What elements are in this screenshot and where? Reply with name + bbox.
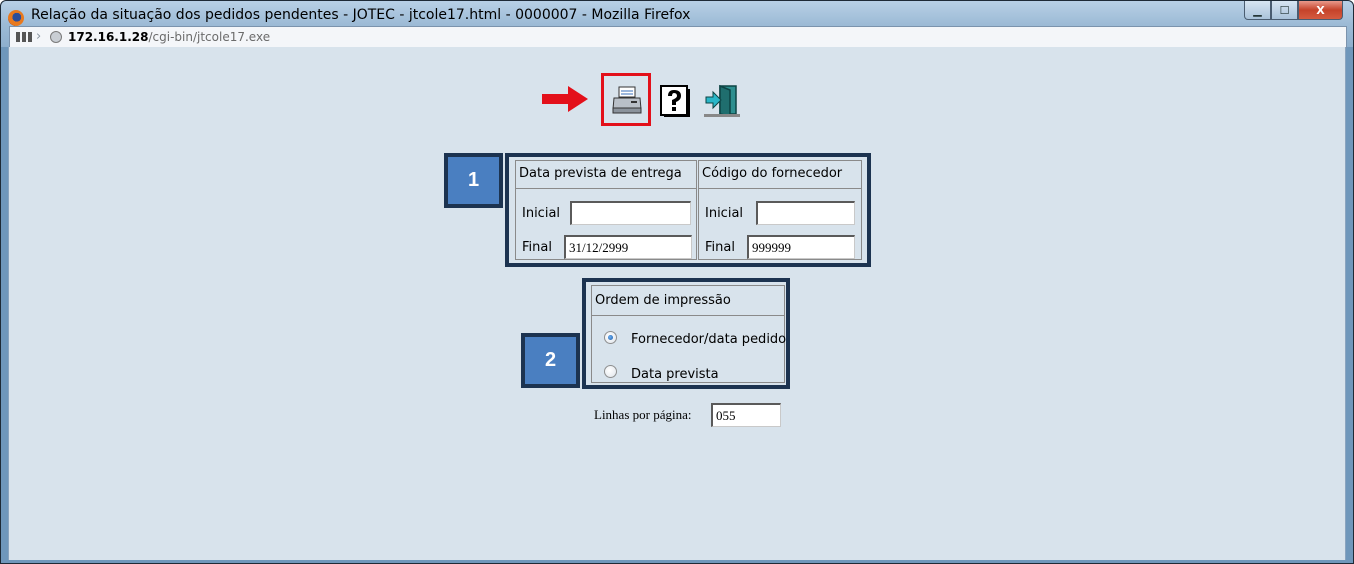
radio-supplier-order-date-label[interactable]: Fornecedor/data pedido [631,332,786,347]
tab-groups-icon[interactable] [16,32,32,42]
radio-expected-date[interactable] [604,365,617,378]
lines-per-page-label: Linhas por página: [594,407,692,422]
exit-icon[interactable] [704,84,740,118]
divider [592,315,784,316]
globe-icon [50,31,62,43]
url-path: /cgi-bin/jtcole17.exe [148,30,271,44]
supplier-code-group: Código do fornecedor Inicial Final 99999… [698,160,862,260]
window-controls: ▁ ☐ X [1244,1,1343,21]
url-text[interactable]: 172.16.1.28/cgi-bin/jtcole17.exe [68,30,270,44]
print-order-group: Ordem de impressão Fornecedor/data pedid… [591,285,786,383]
divider [699,188,861,189]
red-arrow-icon [542,86,588,112]
radio-supplier-order-date[interactable] [604,331,617,344]
delivery-initial-input[interactable] [570,201,691,225]
supplier-initial-input[interactable] [756,201,855,225]
section-1-badge: 1 [444,153,503,208]
divider [516,188,696,189]
supplier-final-label: Final [705,240,735,255]
chevron-right-icon: › [36,29,42,44]
delivery-date-group: Data prevista de entrega Inicial Final 3… [515,160,697,260]
radio-expected-date-label[interactable]: Data prevista [631,367,719,382]
help-icon[interactable] [660,85,690,117]
delivery-final-label: Final [522,240,552,255]
minimize-button[interactable]: ▁ [1244,1,1271,20]
delivery-date-title: Data prevista de entrega [519,166,682,181]
maximize-button[interactable]: ☐ [1271,1,1298,20]
print-highlight-box [601,73,651,126]
window-title: Relação da situação dos pedidos pendente… [31,7,691,23]
supplier-initial-label: Inicial [705,206,744,221]
print-order-title: Ordem de impressão [595,293,731,308]
close-button[interactable]: X [1298,1,1343,20]
supplier-code-title: Código do fornecedor [702,166,843,181]
url-host: 172.16.1.28 [68,30,149,44]
firefox-icon [8,10,24,26]
date-supplier-panel: Data prevista de entrega Inicial Final 3… [505,153,871,267]
delivery-initial-label: Inicial [522,206,561,221]
print-order-panel: Ordem de impressão Fornecedor/data pedid… [582,278,790,389]
supplier-final-input[interactable]: 999999 [747,235,855,259]
lines-per-page-input[interactable]: 055 [711,403,781,427]
delivery-final-input[interactable]: 31/12/2999 [564,235,692,259]
address-bar[interactable]: › 172.16.1.28/cgi-bin/jtcole17.exe [9,26,1347,48]
section-2-badge: 2 [521,333,580,388]
